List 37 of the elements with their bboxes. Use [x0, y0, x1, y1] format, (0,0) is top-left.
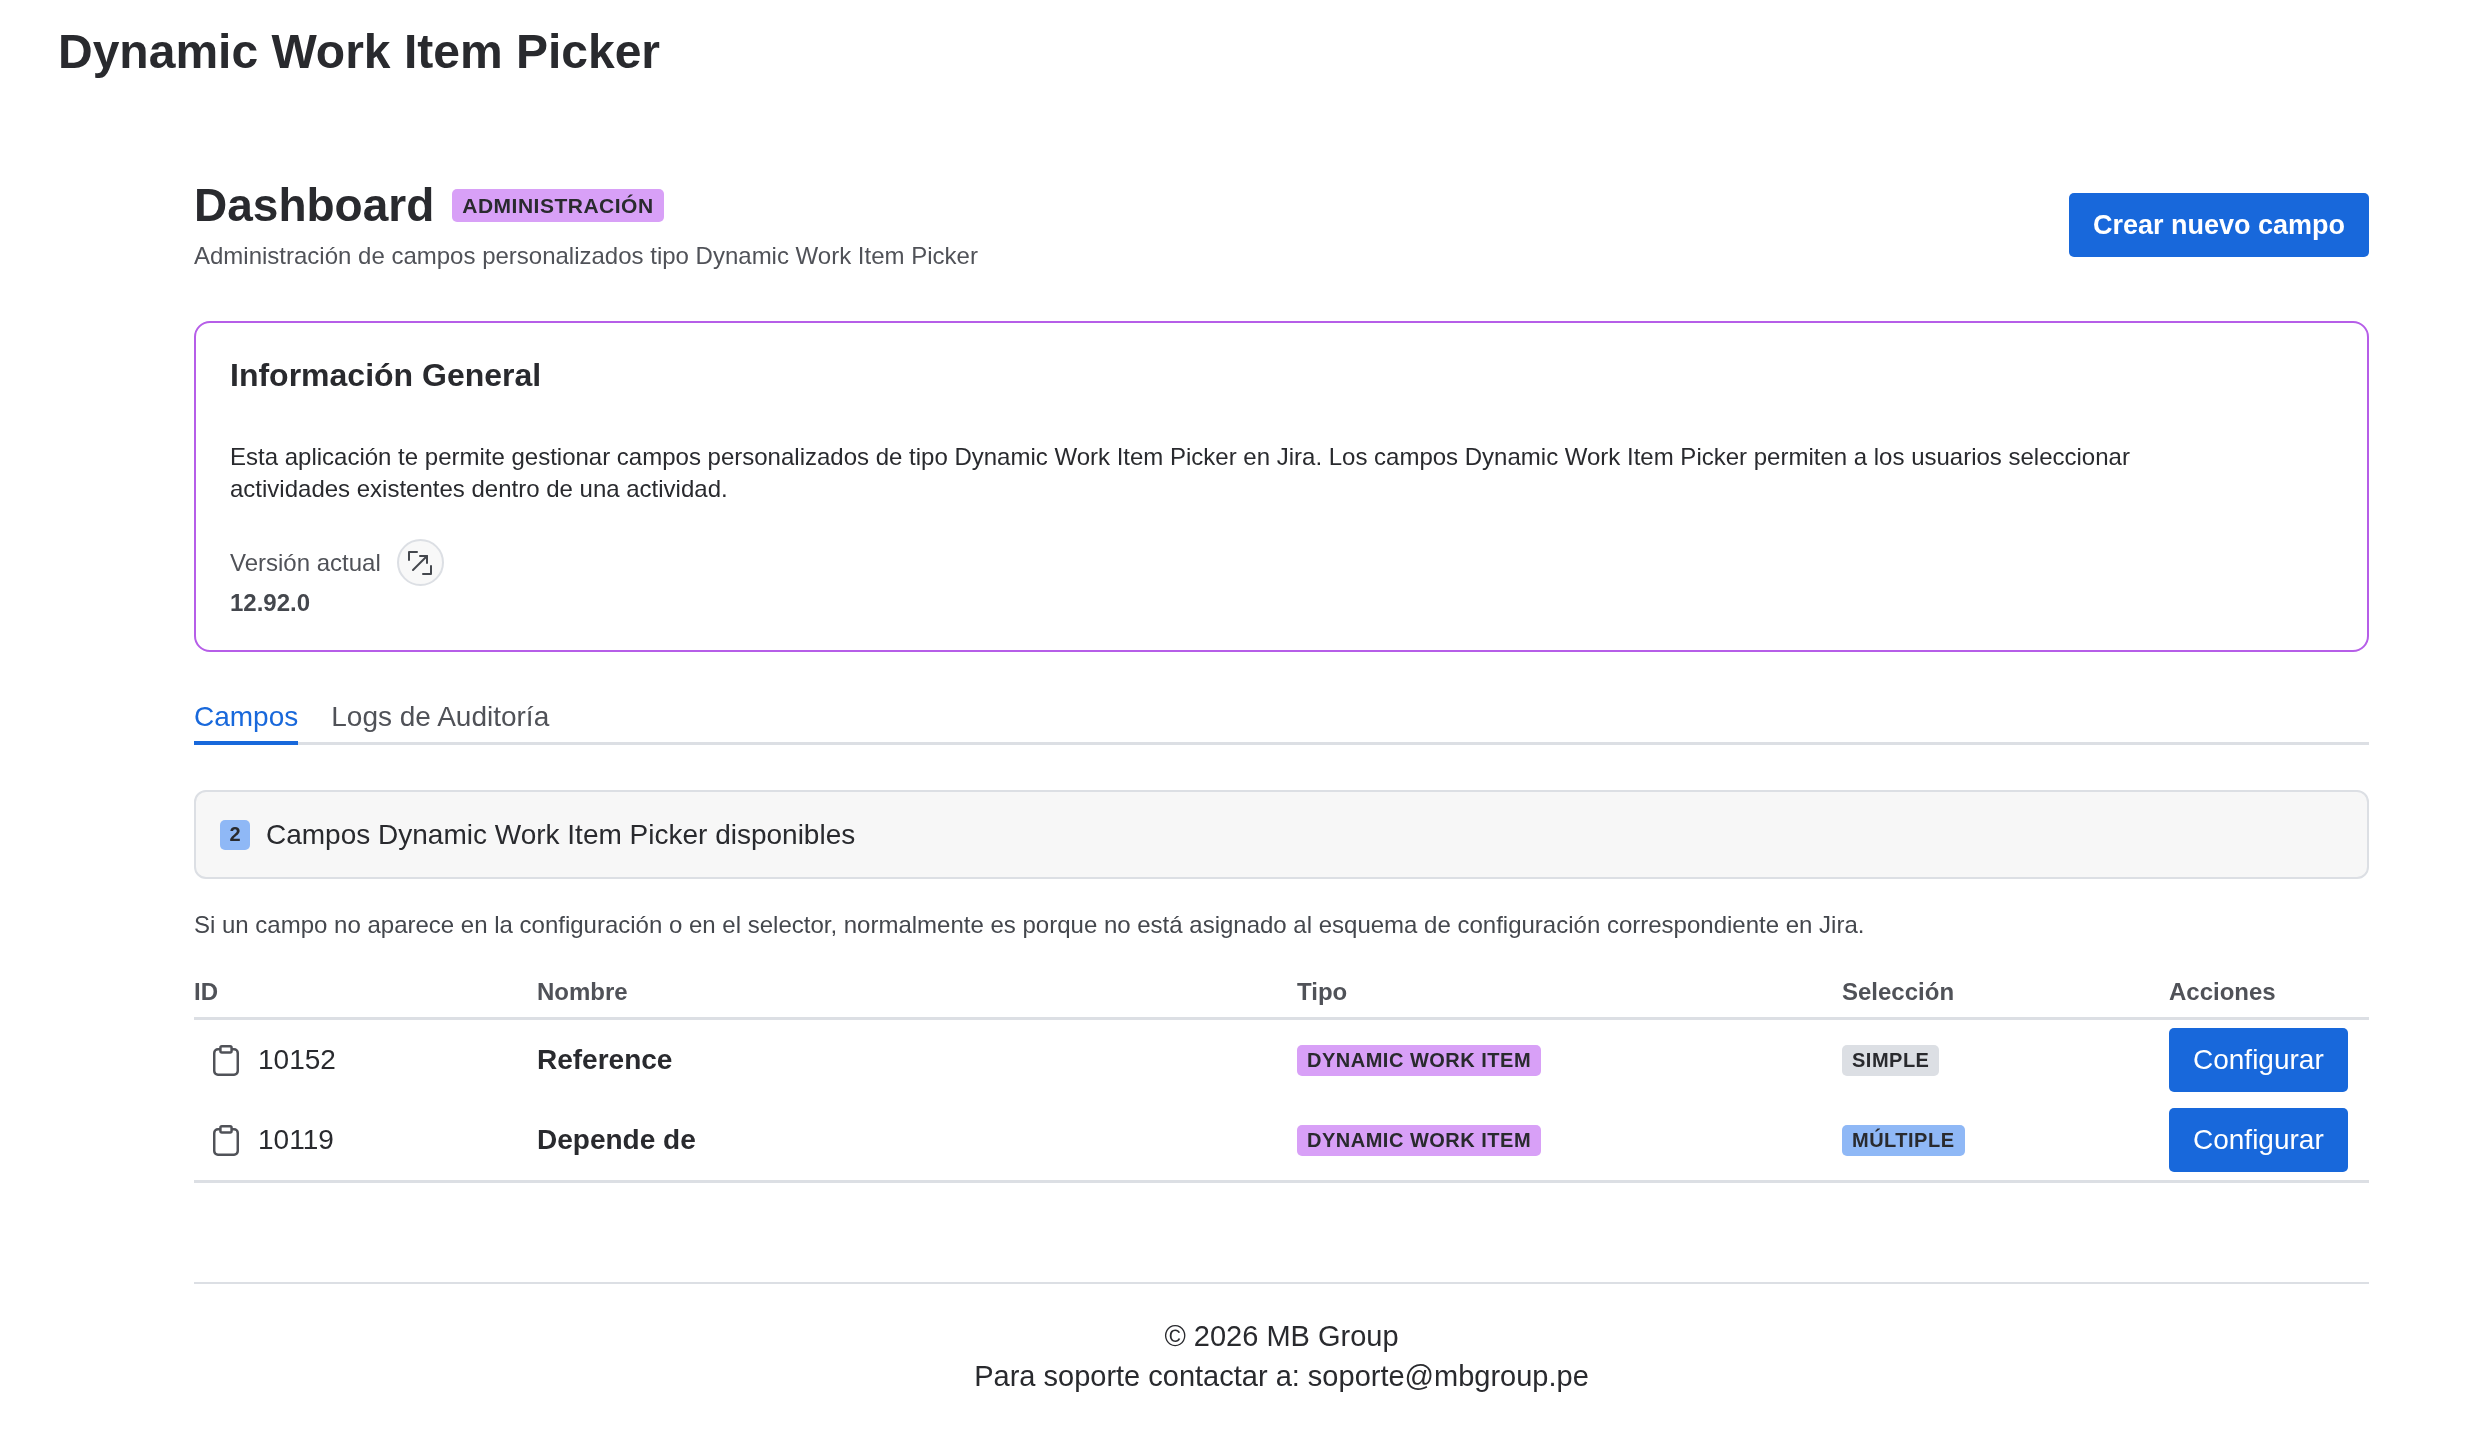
tab[interactable]: Logs de Auditoría — [331, 699, 550, 745]
version-link-button[interactable] — [396, 539, 444, 586]
configure-button[interactable]: Configurar — [2169, 1108, 2348, 1172]
column-header: Tipo — [1297, 977, 1348, 1007]
tab[interactable]: Campos — [194, 699, 299, 745]
page-subtitle: Administración de campos personalizados tipo Dynamic Work Item Picker — [194, 241, 978, 271]
card-description: Esta aplicación te permite gestionar campos personalizados de tipo Dynamic Work Item Picker en Jira. Los campos Dynamic Work Item Picker permiten a los usuarios seleccionar actividades existentes dentro de una actividad. — [230, 442, 2131, 504]
field-name: Reference — [537, 1043, 673, 1077]
copy-id-button[interactable] — [213, 1044, 239, 1076]
card-title: Información General — [230, 356, 542, 395]
diagonal-arrow-icon — [408, 550, 433, 575]
count-badge: 2 — [220, 819, 250, 850]
column-header: Nombre — [537, 977, 628, 1007]
type-lozenge: DYNAMIC WORK ITEM — [1297, 1124, 1542, 1156]
column-header: ID — [194, 977, 218, 1007]
configure-button[interactable]: Configurar — [2169, 1028, 2348, 1092]
page-title: Dashboard — [194, 178, 435, 233]
field-id: 10119 — [258, 1123, 334, 1157]
version-label: Versión actual — [230, 547, 381, 578]
create-field-button[interactable]: Crear nuevo campo — [2068, 193, 2369, 257]
summary-title: Campos Dynamic Work Item Picker disponibles — [266, 818, 856, 852]
type-lozenge: DYNAMIC WORK ITEM — [1297, 1044, 1542, 1076]
support-text: Para soporte contactar a: soporte@mbgroup.pe — [974, 1359, 1589, 1394]
column-header: Selección — [1842, 977, 1955, 1007]
selection-lozenge: MÚLTIPLE — [1842, 1124, 1965, 1156]
copy-id-button[interactable] — [213, 1124, 239, 1156]
version-value: 12.92.0 — [230, 588, 311, 618]
field-name: Depende de — [537, 1123, 696, 1157]
clipboard-icon — [213, 1044, 239, 1076]
app-title: Dynamic Work Item Picker — [58, 24, 661, 80]
clipboard-icon — [213, 1124, 239, 1156]
field-id: 10152 — [258, 1043, 336, 1077]
selection-lozenge: SIMPLE — [1842, 1044, 1940, 1076]
info-note: Si un campo no aparece en la configuración o en el selector, normalmente es porque no está asignado al esquema de configuración correspondiente en Jira. — [194, 910, 1865, 940]
copyright-text: © 2026 MB Group — [1164, 1319, 1399, 1354]
admin-lozenge: ADMINISTRACIÓN — [452, 189, 664, 222]
column-header: Acciones — [2169, 977, 2276, 1007]
